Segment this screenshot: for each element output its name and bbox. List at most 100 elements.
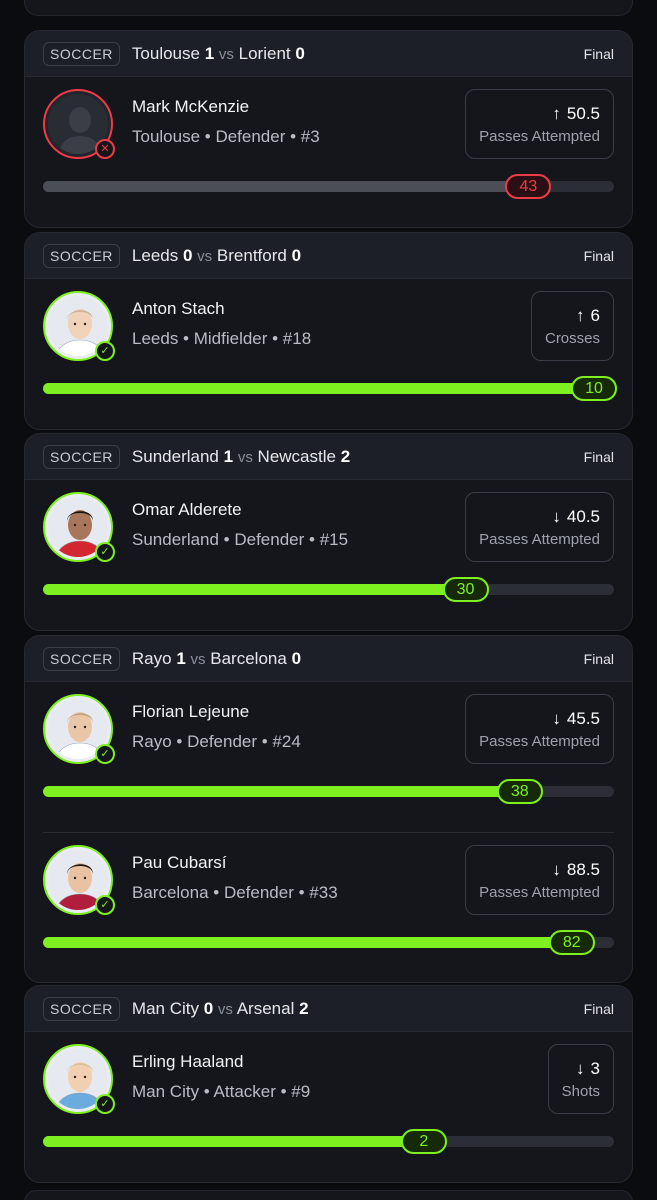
player-name: Florian Lejeune (132, 702, 250, 721)
home-team: Man City (131, 998, 199, 1018)
player-row[interactable]: ✓ Florian Lejeune Rayo • Defender • #24 … (25, 682, 632, 832)
progress-track: 10 (43, 376, 617, 401)
stat-type: Passes Attempted (479, 732, 600, 750)
player-name: Omar Alderete (132, 500, 242, 519)
player-avatar: ✓ (43, 291, 115, 361)
game-status: Final (583, 448, 614, 465)
check-circle-icon: ✓ (95, 895, 115, 915)
previous-card-edge (24, 0, 633, 16)
prop-line: ↓ 40.5 (552, 507, 600, 527)
arrow-up-icon: ↑ (576, 305, 585, 325)
away-team: Arsenal (236, 998, 295, 1018)
pick-card[interactable]: SOCCER Sunderland 1 vs Newcastle 2 Final… (24, 433, 633, 631)
match-header: SOCCER Rayo 1 vs Barcelona 0 Final (25, 636, 632, 682)
progress-fill (43, 786, 520, 797)
sport-badge: SOCCER (43, 646, 120, 671)
prop-line: ↑ 6 (576, 306, 600, 326)
game-status: Final (583, 1000, 614, 1017)
player-name: Erling Haaland (132, 1052, 244, 1071)
pick-card[interactable]: SOCCER Rayo 1 vs Barcelona 0 Final ✓ Flo… (24, 635, 633, 983)
matchup: Sunderland 1 vs Newcastle 2 (132, 447, 350, 467)
result-pill: 82 (548, 930, 595, 955)
prop-line: ↓ 88.5 (552, 860, 600, 880)
result-pill: 43 (505, 174, 552, 199)
matchup: Rayo 1 vs Barcelona 0 (132, 649, 301, 669)
prop-line-box: ↓ 40.5 Passes Attempted (465, 492, 614, 562)
prop-line: ↓ 45.5 (552, 709, 600, 729)
player-row[interactable]: ✓ Anton Stach Leeds • Midfielder • #18 ↑… (25, 279, 632, 429)
player-name: Mark McKenzie (132, 97, 250, 116)
home-score: 1 (176, 648, 186, 668)
line-value: 6 (590, 305, 600, 325)
prop-line-box: ↓ 88.5 Passes Attempted (465, 845, 614, 915)
player-row[interactable]: ✓ Omar Alderete Sunderland • Defender • … (25, 480, 632, 630)
away-team: Lorient (238, 43, 291, 63)
pick-card[interactable]: SOCCER Man City 0 vs Arsenal 2 Final ✓ E… (24, 985, 633, 1183)
player-avatar: ✓ (43, 845, 115, 915)
player-avatar: ✓ (43, 694, 115, 764)
player-meta: Toulouse • Defender • #3 (132, 127, 320, 146)
sport-badge: SOCCER (43, 243, 120, 268)
arrow-down-icon: ↓ (552, 859, 561, 879)
check-circle-icon: ✓ (95, 542, 115, 562)
check-circle-icon: ✓ (95, 341, 115, 361)
stat-type: Shots (561, 1082, 600, 1100)
player-row[interactable]: ✓ Pau Cubarsí Barcelona • Defender • #33… (43, 832, 614, 982)
home-team: Sunderland (131, 446, 219, 466)
away-score: 0 (291, 245, 302, 265)
player-name: Pau Cubarsí (132, 853, 227, 872)
pick-card[interactable]: SOCCER Toulouse 1 vs Lorient 0 Final ✕ M… (24, 30, 633, 228)
home-team: Rayo (131, 648, 172, 668)
x-circle-icon: ✕ (95, 139, 115, 159)
progress-fill (43, 937, 572, 948)
away-team: Newcastle (257, 446, 336, 466)
line-value: 50.5 (566, 103, 600, 123)
versus-label: vs (190, 650, 206, 668)
game-status: Final (583, 650, 614, 667)
away-team: Barcelona (210, 648, 287, 668)
stat-type: Passes Attempted (479, 127, 600, 145)
player-row[interactable]: ✕ Mark McKenzie Toulouse • Defender • #3… (25, 77, 632, 227)
progress-fill (43, 383, 614, 394)
progress-track: 38 (43, 779, 614, 804)
home-score: 0 (203, 998, 214, 1018)
pick-card[interactable]: SOCCER Leeds 0 vs Brentford 0 Final ✓ An… (24, 232, 633, 430)
versus-label: vs (218, 45, 234, 63)
result-pill: 2 (400, 1129, 447, 1154)
result-pill: 38 (496, 779, 543, 804)
player-avatar: ✓ (43, 1044, 115, 1114)
game-status: Final (583, 45, 614, 62)
line-value: 45.5 (566, 708, 600, 728)
game-status: Final (583, 247, 614, 264)
player-avatar: ✕ (43, 89, 115, 159)
arrow-up-icon: ↑ (552, 103, 561, 123)
away-score: 0 (291, 648, 302, 668)
progress-track: 30 (43, 577, 614, 602)
sport-badge: SOCCER (43, 444, 120, 469)
matchup: Man City 0 vs Arsenal 2 (132, 999, 309, 1019)
matchup: Leeds 0 vs Brentford 0 (132, 246, 301, 266)
match-header: SOCCER Leeds 0 vs Brentford 0 Final (25, 233, 632, 279)
home-score: 1 (223, 446, 234, 466)
next-card-edge (24, 1190, 633, 1200)
match-header: SOCCER Man City 0 vs Arsenal 2 Final (25, 986, 632, 1032)
player-meta: Barcelona • Defender • #33 (132, 883, 338, 902)
result-pill: 10 (571, 376, 617, 401)
prop-line-box: ↓ 45.5 Passes Attempted (465, 694, 614, 764)
versus-label: vs (197, 247, 213, 265)
player-name: Anton Stach (132, 299, 225, 318)
player-row[interactable]: ✓ Erling Haaland Man City • Attacker • #… (25, 1032, 632, 1182)
player-meta: Sunderland • Defender • #15 (132, 530, 349, 549)
player-avatar: ✓ (43, 492, 115, 562)
progress-fill (43, 1136, 424, 1147)
away-score: 2 (340, 446, 351, 466)
player-meta: Leeds • Midfielder • #18 (132, 329, 312, 348)
home-score: 0 (182, 245, 193, 265)
prop-line-box: ↓ 3 Shots (547, 1044, 614, 1114)
sport-badge: SOCCER (43, 41, 120, 66)
check-circle-icon: ✓ (95, 744, 115, 764)
arrow-down-icon: ↓ (552, 506, 561, 526)
home-team: Toulouse (131, 43, 200, 63)
line-value: 88.5 (566, 859, 600, 879)
stat-type: Passes Attempted (479, 883, 600, 901)
